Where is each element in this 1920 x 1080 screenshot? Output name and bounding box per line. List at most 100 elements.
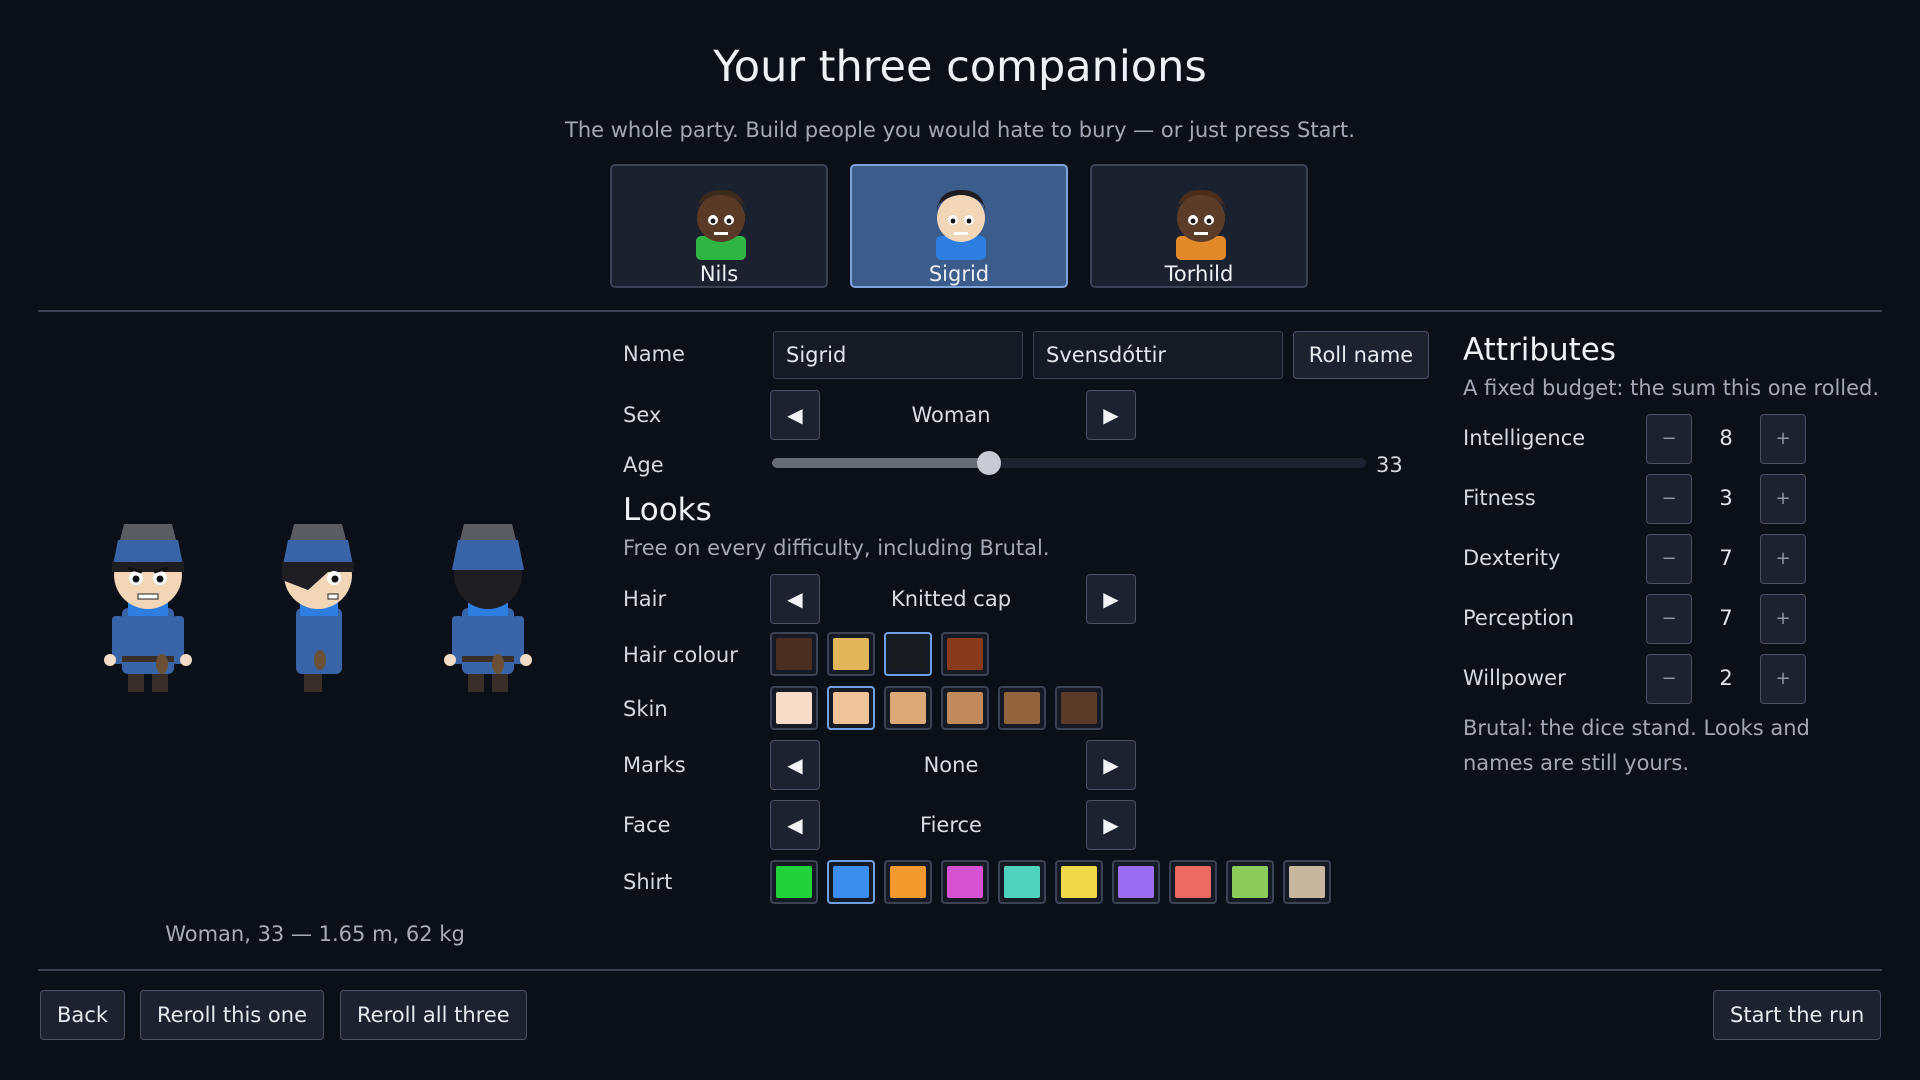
looks-note: Free on every difficulty, including Brut… — [623, 536, 1050, 560]
willpower-decrease-button[interactable]: − — [1646, 654, 1692, 704]
age-value: 33 — [1376, 453, 1403, 477]
marks-value: None — [923, 753, 979, 777]
attribute-value: 2 — [1719, 666, 1733, 690]
attribute-value: 8 — [1719, 426, 1733, 450]
swatch-colour — [1289, 866, 1325, 898]
hair-colour-swatch[interactable] — [770, 632, 818, 676]
swatch-colour — [947, 866, 983, 898]
shirt-colour-swatch[interactable] — [1283, 860, 1331, 904]
start-run-button[interactable]: Start the run — [1713, 990, 1882, 1040]
swatch-colour — [776, 866, 812, 898]
swatch-colour — [890, 866, 926, 898]
attributes-note: A fixed budget: the sum this one rolled. — [1463, 376, 1880, 400]
swatch-colour — [1118, 866, 1154, 898]
shirt-colour-swatch[interactable] — [884, 860, 932, 904]
swatch-colour — [833, 866, 869, 898]
swatch-colour — [1061, 866, 1097, 898]
attribute-label: Fitness — [1463, 486, 1536, 510]
brutal-note-line2: names are still yours. — [1463, 751, 1689, 775]
shirt-colour-swatch[interactable] — [827, 860, 875, 904]
skin-swatch[interactable] — [884, 686, 932, 730]
face-value: Fierce — [920, 813, 982, 837]
character-back-view — [444, 524, 532, 692]
page-title: Your three companions — [713, 42, 1207, 92]
right-arrow-icon: ▶ — [1103, 587, 1119, 611]
hair-next-button[interactable]: ▶ — [1086, 574, 1136, 624]
age-slider[interactable] — [772, 451, 1366, 475]
perception-increase-button[interactable]: + — [1760, 594, 1806, 644]
companion-card-sigrid[interactable]: Sigrid — [850, 164, 1068, 288]
brutal-note-line1: Brutal: the dice stand. Looks and — [1463, 716, 1810, 740]
face-next-button[interactable]: ▶ — [1086, 800, 1136, 850]
hair-colour-label: Hair colour — [623, 643, 738, 667]
left-arrow-icon: ◀ — [787, 403, 803, 427]
shirt-colour-swatch[interactable] — [1112, 860, 1160, 904]
reroll-all-three-button[interactable]: Reroll all three — [340, 990, 527, 1040]
first-name-input[interactable]: Sigrid — [773, 331, 1023, 379]
attributes-heading: Attributes — [1463, 332, 1617, 368]
intelligence-increase-button[interactable]: + — [1760, 414, 1806, 464]
face-prev-button[interactable]: ◀ — [770, 800, 820, 850]
fitness-increase-button[interactable]: + — [1760, 474, 1806, 524]
shirt-colour-swatch[interactable] — [1055, 860, 1103, 904]
swatch-colour — [1004, 692, 1040, 724]
companion-card-nils[interactable]: Nils — [610, 164, 828, 288]
attribute-label: Dexterity — [1463, 546, 1561, 570]
attribute-label: Willpower — [1463, 666, 1566, 690]
fitness-decrease-button[interactable]: − — [1646, 474, 1692, 524]
looks-heading: Looks — [623, 492, 712, 528]
swatch-colour — [1061, 692, 1097, 724]
marks-prev-button[interactable]: ◀ — [770, 740, 820, 790]
right-arrow-icon: ▶ — [1103, 813, 1119, 837]
shirt-colour-swatch[interactable] — [1226, 860, 1274, 904]
skin-swatch[interactable] — [1055, 686, 1103, 730]
shirt-colour-swatch[interactable] — [941, 860, 989, 904]
dexterity-decrease-button[interactable]: − — [1646, 534, 1692, 584]
reroll-this-one-button[interactable]: Reroll this one — [140, 990, 325, 1040]
attribute-value: 7 — [1719, 546, 1733, 570]
dexterity-increase-button[interactable]: + — [1760, 534, 1806, 584]
sex-next-button[interactable]: ▶ — [1086, 390, 1136, 440]
marks-label: Marks — [623, 753, 686, 777]
left-arrow-icon: ◀ — [787, 587, 803, 611]
hair-colour-swatch[interactable] — [941, 632, 989, 676]
hair-value: Knitted cap — [890, 587, 1012, 611]
attribute-label: Intelligence — [1463, 426, 1586, 450]
hair-colour-swatch[interactable] — [884, 632, 932, 676]
companion-name: Nils — [699, 262, 739, 286]
companion-name: Sigrid — [928, 262, 990, 286]
shirt-colour-swatch[interactable] — [1169, 860, 1217, 904]
companion-portrait-icon — [1176, 190, 1226, 260]
last-name-input[interactable]: Svensdóttir — [1033, 331, 1283, 379]
page-subtitle: The whole party. Build people you would … — [565, 118, 1355, 142]
attribute-value: 7 — [1719, 606, 1733, 630]
sex-value: Woman — [911, 403, 991, 427]
willpower-increase-button[interactable]: + — [1760, 654, 1806, 704]
companion-portrait-icon — [696, 190, 746, 260]
skin-label: Skin — [623, 697, 668, 721]
age-slider-handle[interactable] — [976, 451, 1001, 475]
roll-name-button[interactable]: Roll name — [1293, 331, 1429, 379]
age-label: Age — [623, 453, 664, 477]
companion-card-torhild[interactable]: Torhild — [1090, 164, 1308, 288]
swatch-colour — [833, 638, 869, 670]
swatch-colour — [1004, 866, 1040, 898]
divider — [38, 310, 1882, 312]
swatch-colour — [1175, 866, 1211, 898]
perception-decrease-button[interactable]: − — [1646, 594, 1692, 644]
intelligence-decrease-button[interactable]: − — [1646, 414, 1692, 464]
skin-swatch[interactable] — [941, 686, 989, 730]
marks-next-button[interactable]: ▶ — [1086, 740, 1136, 790]
sex-prev-button[interactable]: ◀ — [770, 390, 820, 440]
age-slider-fill — [772, 458, 989, 468]
skin-swatch[interactable] — [770, 686, 818, 730]
attribute-label: Perception — [1463, 606, 1575, 630]
skin-swatch[interactable] — [827, 686, 875, 730]
shirt-colour-swatch[interactable] — [998, 860, 1046, 904]
shirt-colour-swatch[interactable] — [770, 860, 818, 904]
hair-colour-swatch[interactable] — [827, 632, 875, 676]
preview-caption: Woman, 33 — 1.65 m, 62 kg — [165, 922, 465, 946]
hair-prev-button[interactable]: ◀ — [770, 574, 820, 624]
back-button[interactable]: Back — [40, 990, 125, 1040]
skin-swatch[interactable] — [998, 686, 1046, 730]
